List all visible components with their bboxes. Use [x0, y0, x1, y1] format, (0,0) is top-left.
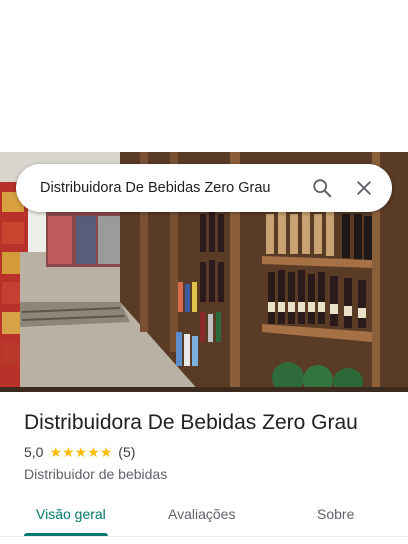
star-icon: ★: [49, 444, 63, 460]
place-category[interactable]: Distribuidor de bebidas: [24, 466, 167, 482]
review-count[interactable]: (5): [118, 444, 135, 460]
tab-about[interactable]: Sobre: [317, 506, 354, 522]
star-icon: ★: [99, 444, 113, 460]
tab-overview[interactable]: Visão geral: [36, 506, 106, 522]
star-icon: ★: [62, 444, 75, 460]
rating-row[interactable]: 5,0 ★ ★ ★ ★ ★ (5): [24, 444, 135, 460]
rating-value: 5,0: [24, 444, 44, 460]
star-icon: ★: [87, 444, 100, 460]
search-button[interactable]: [304, 170, 340, 206]
star-rating: ★ ★ ★ ★ ★: [49, 445, 112, 459]
clear-search-button[interactable]: [346, 170, 382, 206]
search-input[interactable]: [40, 180, 304, 196]
close-icon: [357, 181, 371, 195]
tab-bar: Visão geral Avaliações Sobre: [0, 500, 408, 544]
search-box[interactable]: [16, 164, 392, 212]
star-icon: ★: [74, 444, 88, 460]
tab-reviews[interactable]: Avaliações: [168, 506, 235, 522]
place-title: Distribuidora De Bebidas Zero Grau: [24, 411, 358, 434]
place-info-panel: Distribuidora De Bebidas Zero Grau 5,0 ★…: [0, 392, 408, 544]
search-icon: [313, 179, 332, 198]
tabs-divider: [0, 536, 408, 537]
